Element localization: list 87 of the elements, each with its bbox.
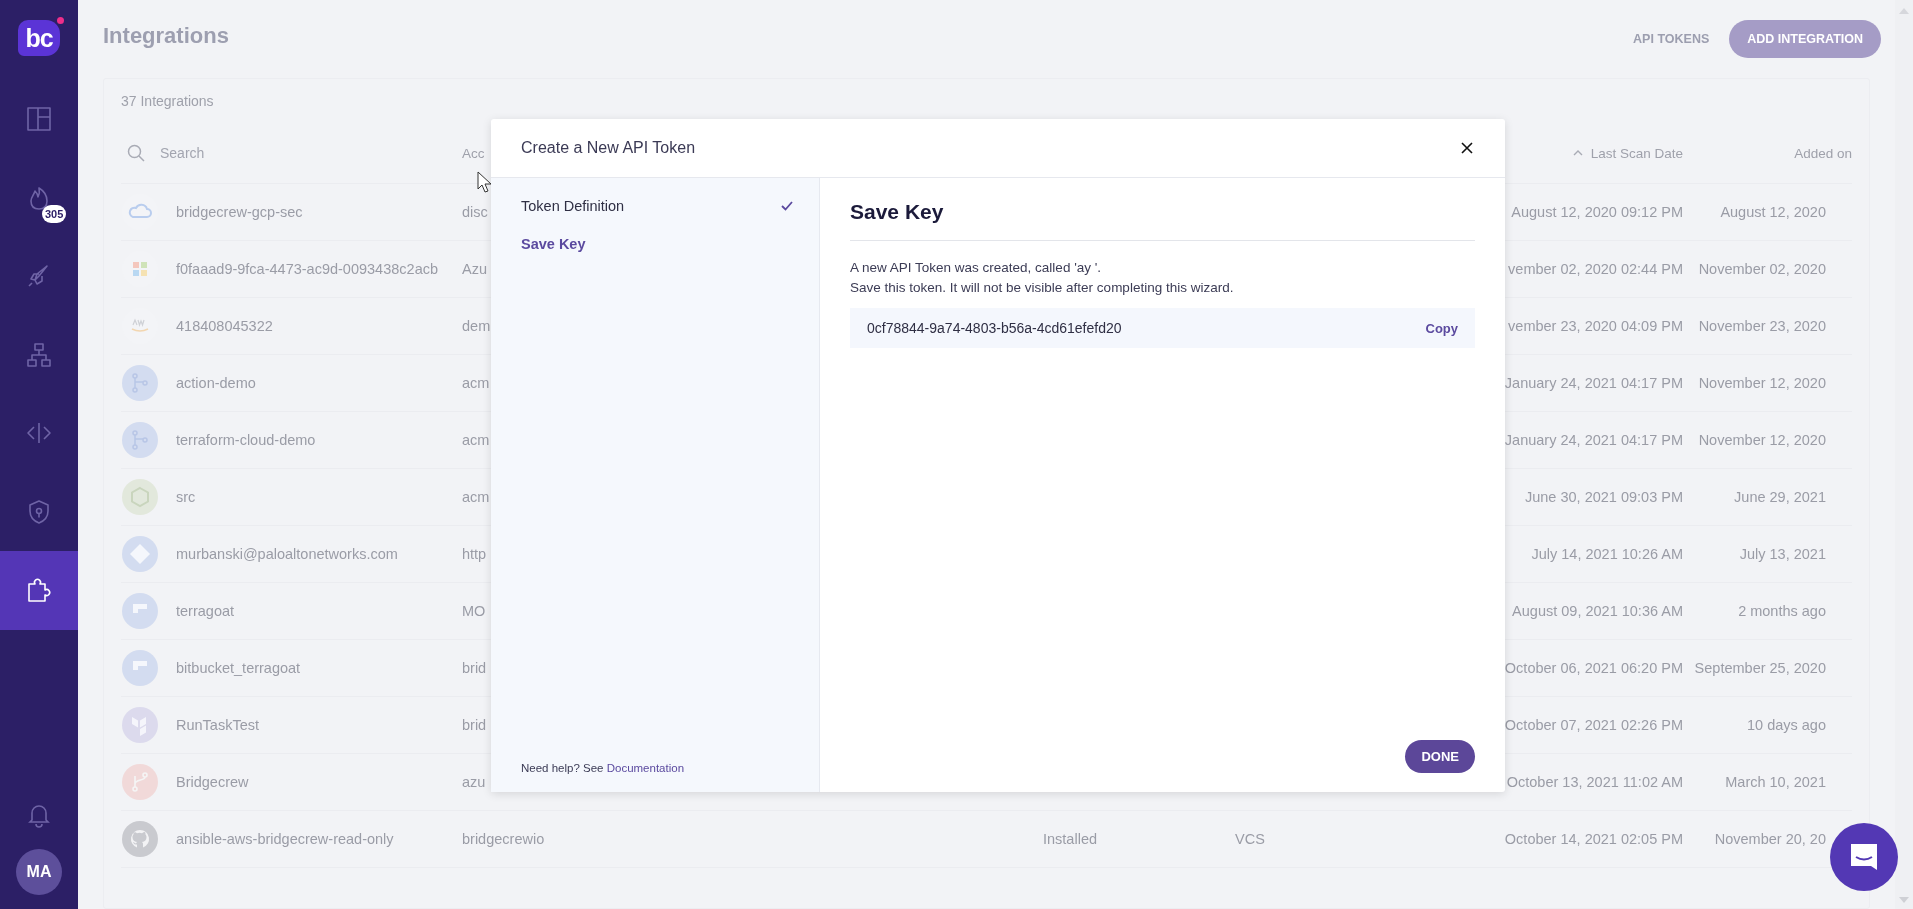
message-text: Save this token. It will not be visible after completing this wizard. (850, 279, 1235, 297)
integration-name[interactable]: action-demo (176, 375, 256, 391)
dialog-title: Create a New API Token (521, 139, 696, 157)
table-cell: March 10, 2021 (1725, 774, 1826, 790)
integration-name[interactable]: ansible-aws-bridgecrew-read-only (176, 831, 394, 847)
table-cell: vember 02, 2020 02:44 PM (1508, 261, 1683, 277)
integration-name[interactable]: terraform-cloud-demo (176, 432, 316, 448)
flag-avatar-icon (122, 650, 158, 686)
integration-name[interactable]: f0faaad9-9fca-4473-ac9d-0093438c2acb (176, 261, 438, 277)
dashboard-icon (25, 105, 53, 134)
table-cell: July 14, 2021 10:26 AM (1531, 546, 1683, 562)
integration-name[interactable]: terragoat (176, 603, 235, 619)
table-cell: January 24, 2021 04:17 PM (1504, 432, 1683, 448)
table-cell: June 29, 2021 (1734, 489, 1826, 505)
sort-icon (1572, 148, 1583, 158)
integrations-count: 37 Integrations (121, 92, 215, 111)
documentation-link[interactable]: Documentation (606, 762, 685, 774)
cube-avatar-icon (122, 479, 158, 515)
column-header[interactable]: Added on (1794, 145, 1852, 161)
table-cell: 10 days ago (1747, 717, 1826, 733)
table-cell: November 12, 2020 (1698, 432, 1826, 448)
branch-avatar-icon (122, 764, 158, 800)
hierarchy-icon (25, 340, 53, 369)
flag-avatar-icon (122, 593, 158, 629)
table-cell: brid (462, 660, 487, 676)
add-integration-button[interactable]: ADD INTEGRATION (1729, 20, 1881, 58)
integration-name[interactable]: src (176, 489, 196, 505)
table-cell: 2 months ago (1738, 603, 1826, 619)
table-cell: June 30, 2021 09:03 PM (1525, 489, 1683, 505)
pipeline-avatar-icon (122, 365, 158, 401)
table-cell: August 12, 2020 (1720, 204, 1826, 220)
table-cell: disc (462, 204, 488, 220)
help-text: Need help? See Documentation (521, 762, 686, 774)
wizard-step[interactable]: Token Definition (521, 198, 794, 214)
search-icon (126, 143, 146, 163)
nav-item[interactable]: 305 (0, 158, 78, 237)
github-avatar-icon (122, 821, 158, 857)
table-cell: October 06, 2021 06:20 PM (1504, 660, 1683, 676)
table-cell: MO (462, 603, 486, 619)
integration-name[interactable]: bitbucket_terragoat (176, 660, 301, 676)
user-avatar[interactable]: MA (16, 849, 62, 895)
puzzle-icon (25, 576, 53, 605)
integration-name[interactable]: RunTaskTest (176, 717, 259, 733)
table-cell: January 24, 2021 04:17 PM (1504, 375, 1683, 391)
message-text: A new API Token was created, called 'ay '. (850, 259, 1103, 277)
table-cell: azu (462, 774, 486, 790)
table-cell: http (462, 546, 487, 562)
table-cell: August 09, 2021 10:36 AM (1512, 603, 1683, 619)
table-cell: acm (462, 432, 490, 448)
done-button[interactable]: DONE (1405, 740, 1475, 773)
table-cell: Azu (462, 261, 487, 277)
table-cell: November 02, 2020 (1698, 261, 1826, 277)
copy-button[interactable]: Copy (1425, 320, 1458, 336)
table-cell: October 07, 2021 02:26 PM (1504, 717, 1683, 733)
table-cell: vember 23, 2020 04:09 PM (1508, 318, 1683, 334)
integration-name[interactable]: bridgecrew-gcp-sec (176, 204, 303, 220)
integration-name[interactable]: Bridgecrew (176, 774, 249, 790)
search-field[interactable]: Search (158, 144, 362, 162)
token-field[interactable]: 0cf78844-9a74-4803-b56a-4cd61efefd20 Copy (850, 308, 1475, 348)
close-icon (1461, 142, 1473, 154)
table-cell: October 14, 2021 02:05 PM (1504, 831, 1683, 847)
column-header[interactable]: Last Scan Date (1572, 145, 1683, 161)
integration-name[interactable]: murbanski@paloaltonetworks.com (176, 546, 398, 562)
page-title: Integrations (103, 23, 229, 49)
diamond-avatar-icon (122, 536, 158, 572)
pipeline-avatar-icon (122, 422, 158, 458)
wizard-step[interactable]: Save Key (521, 236, 794, 252)
table-cell: Installed (1043, 831, 1097, 847)
table-cell: November 20, 20 (1714, 831, 1826, 847)
count-badge: 305 (42, 204, 67, 223)
table-cell: July 13, 2021 (1739, 546, 1826, 562)
table-cell: acm (462, 375, 490, 391)
section-heading: Save Key (850, 200, 1475, 241)
table-cell: September 25, 2020 (1694, 660, 1826, 676)
table-cell: November 23, 2020 (1698, 318, 1826, 334)
table-cell: November 12, 2020 (1698, 375, 1826, 391)
integration-name[interactable]: 418408045322 (176, 318, 273, 334)
table-cell: acm (462, 489, 490, 505)
table-cell: August 12, 2020 09:12 PM (1511, 204, 1683, 220)
table-cell: brid (462, 717, 487, 733)
nav-item[interactable] (0, 551, 78, 630)
table-cell: October 13, 2021 11:02 AM (1506, 774, 1683, 790)
table-cell: VCS (1235, 831, 1265, 847)
api-tokens-button[interactable]: API TOKENS (1627, 31, 1716, 47)
table-cell: bridgecrewio (462, 831, 545, 847)
terraform-avatar-icon (122, 707, 158, 743)
table-cell: dem (462, 318, 491, 334)
